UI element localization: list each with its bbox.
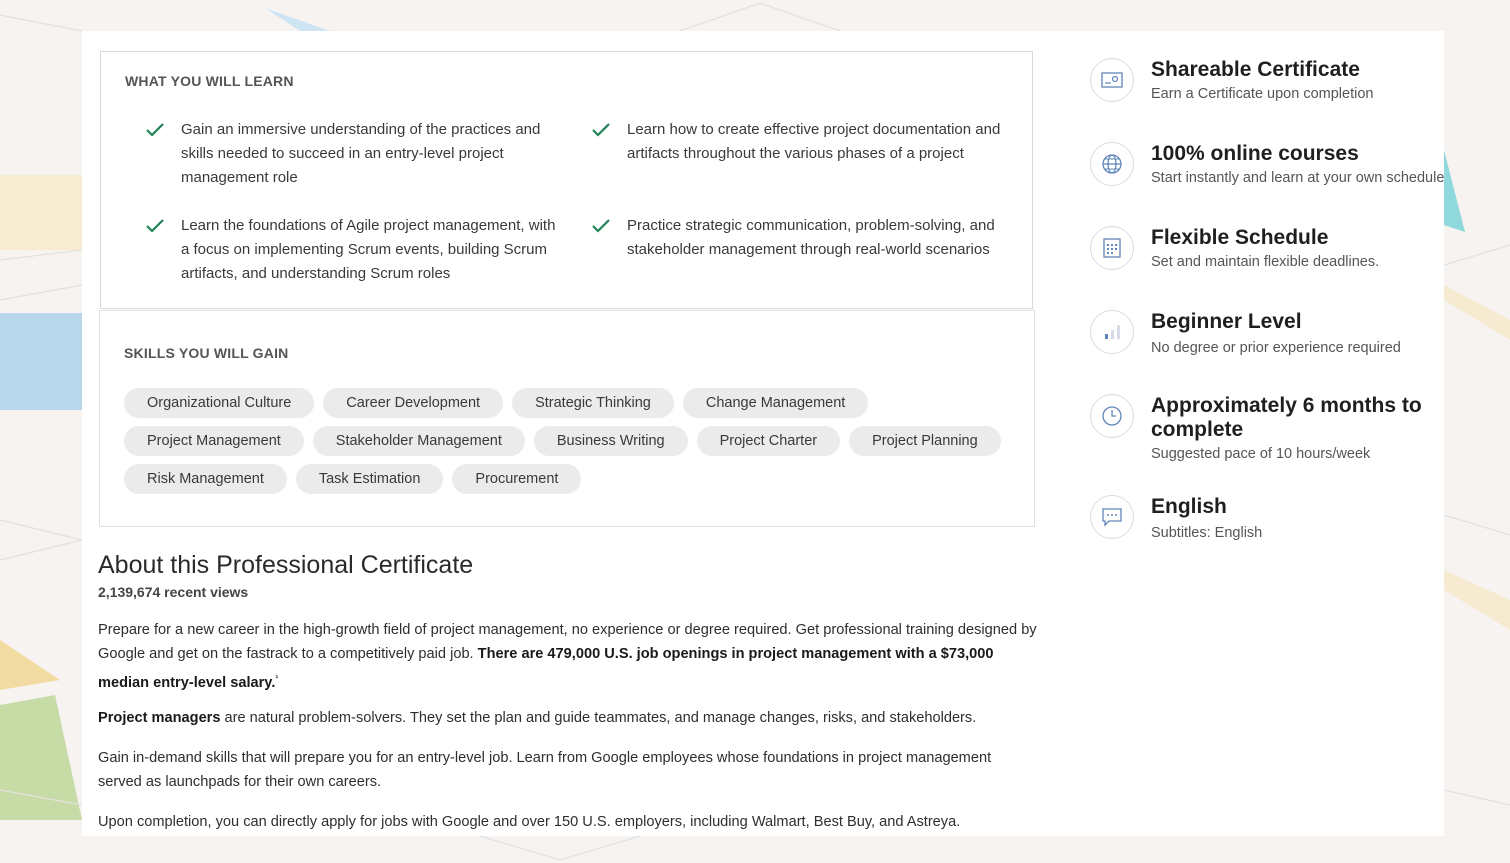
learn-item-text: Learn the foundations of Agile project m… [181, 217, 556, 282]
checkmark-icon [146, 219, 164, 233]
feature-title: 100% online courses [1151, 142, 1359, 165]
feature-subtitle: No degree or prior experience required [1151, 340, 1401, 356]
feature-title: Flexible Schedule [1151, 226, 1329, 249]
skill-chip[interactable]: Career Development [323, 388, 504, 418]
skill-chip[interactable]: Procurement [452, 464, 582, 494]
skill-chip[interactable]: Project Management [124, 426, 304, 456]
skill-chip-row: Organizational Culture Career Developmen… [124, 388, 1014, 418]
skills-heading: SKILLS YOU WILL GAIN [124, 345, 289, 361]
skill-chip[interactable]: Project Planning [849, 426, 1001, 456]
about-paragraph-3: Gain in-demand skills that will prepare … [98, 750, 992, 790]
checkmark-icon [592, 219, 610, 233]
clock-icon [1090, 394, 1134, 438]
feature-subtitle: Set and maintain flexible deadlines. [1151, 254, 1380, 270]
feature-subtitle: Start instantly and learn at your own sc… [1151, 170, 1444, 186]
feature-beginner-level: Beginner Level No degree or prior experi… [1090, 310, 1440, 370]
recent-views-count: 2,139,674 recent views [98, 584, 249, 600]
about-paragraph-2: Project managers are natural problem-sol… [98, 706, 1038, 730]
checkmark-icon [146, 123, 164, 137]
skill-chip-row: Risk Management Task Estimation Procurem… [124, 464, 1014, 494]
skill-chip[interactable]: Task Estimation [295, 464, 444, 494]
learn-item-text: Gain an immersive understanding of the p… [181, 121, 541, 186]
feature-subtitle: Earn a Certificate upon completion [1151, 86, 1374, 102]
level-bars-icon [1090, 310, 1134, 354]
skill-chip[interactable]: Risk Management [124, 464, 287, 494]
about-p2-text: are natural problem-solvers. They set th… [220, 710, 977, 726]
learn-heading: WHAT YOU WILL LEARN [125, 73, 294, 89]
feature-title: Beginner Level [1151, 310, 1302, 333]
skill-chip-row: Project Management Stakeholder Managemen… [124, 426, 1014, 456]
about-paragraph-4: Upon completion, you can directly apply … [98, 814, 961, 830]
about-paragraph-1: Prepare for a new career in the high-gro… [98, 618, 1038, 695]
content-card: WHAT YOU WILL LEARN Gain an immersive un… [82, 31, 1444, 836]
learn-item-text: Practice strategic communication, proble… [627, 217, 995, 258]
chat-bubble-icon [1090, 495, 1134, 539]
skill-chips: Organizational Culture Career Developmen… [124, 388, 1014, 502]
feature-language: English Subtitles: English [1090, 495, 1440, 555]
about-p2-bold: Project managers [98, 710, 221, 726]
checkmark-icon [592, 123, 610, 137]
learn-item-text: Learn how to create effective project do… [627, 121, 1001, 162]
about-title: About this Professional Certificate [98, 551, 474, 579]
feature-flexible-schedule: Flexible Schedule Set and maintain flexi… [1090, 226, 1440, 286]
feature-title: Shareable Certificate [1151, 58, 1360, 81]
feature-online-courses: 100% online courses Start instantly and … [1090, 142, 1444, 202]
skill-chip[interactable]: Business Writing [533, 426, 688, 456]
feature-subtitle: Subtitles: English [1151, 525, 1263, 541]
skill-chip[interactable]: Project Charter [696, 426, 841, 456]
feature-title: Approximately 6 months to complete [1151, 394, 1422, 441]
certificate-icon [1090, 58, 1134, 102]
what-you-will-learn-section: WHAT YOU WILL LEARN Gain an immersive un… [100, 51, 1033, 309]
skill-chip[interactable]: Stakeholder Management [312, 426, 525, 456]
feature-subtitle: Suggested pace of 10 hours/week [1151, 446, 1371, 462]
footnote-marker[interactable]: ¹ [275, 673, 278, 683]
feature-shareable-certificate: Shareable Certificate Earn a Certificate… [1090, 58, 1440, 118]
skill-chip[interactable]: Strategic Thinking [512, 388, 674, 418]
feature-duration: Approximately 6 months to complete Sugge… [1090, 394, 1440, 474]
skill-chip[interactable]: Organizational Culture [124, 388, 315, 418]
skills-you-will-gain-section: SKILLS YOU WILL GAIN Organizational Cult… [99, 310, 1035, 527]
calendar-icon [1090, 226, 1134, 270]
globe-icon [1090, 142, 1134, 186]
feature-title: English [1151, 495, 1227, 518]
skill-chip[interactable]: Change Management [682, 388, 869, 418]
